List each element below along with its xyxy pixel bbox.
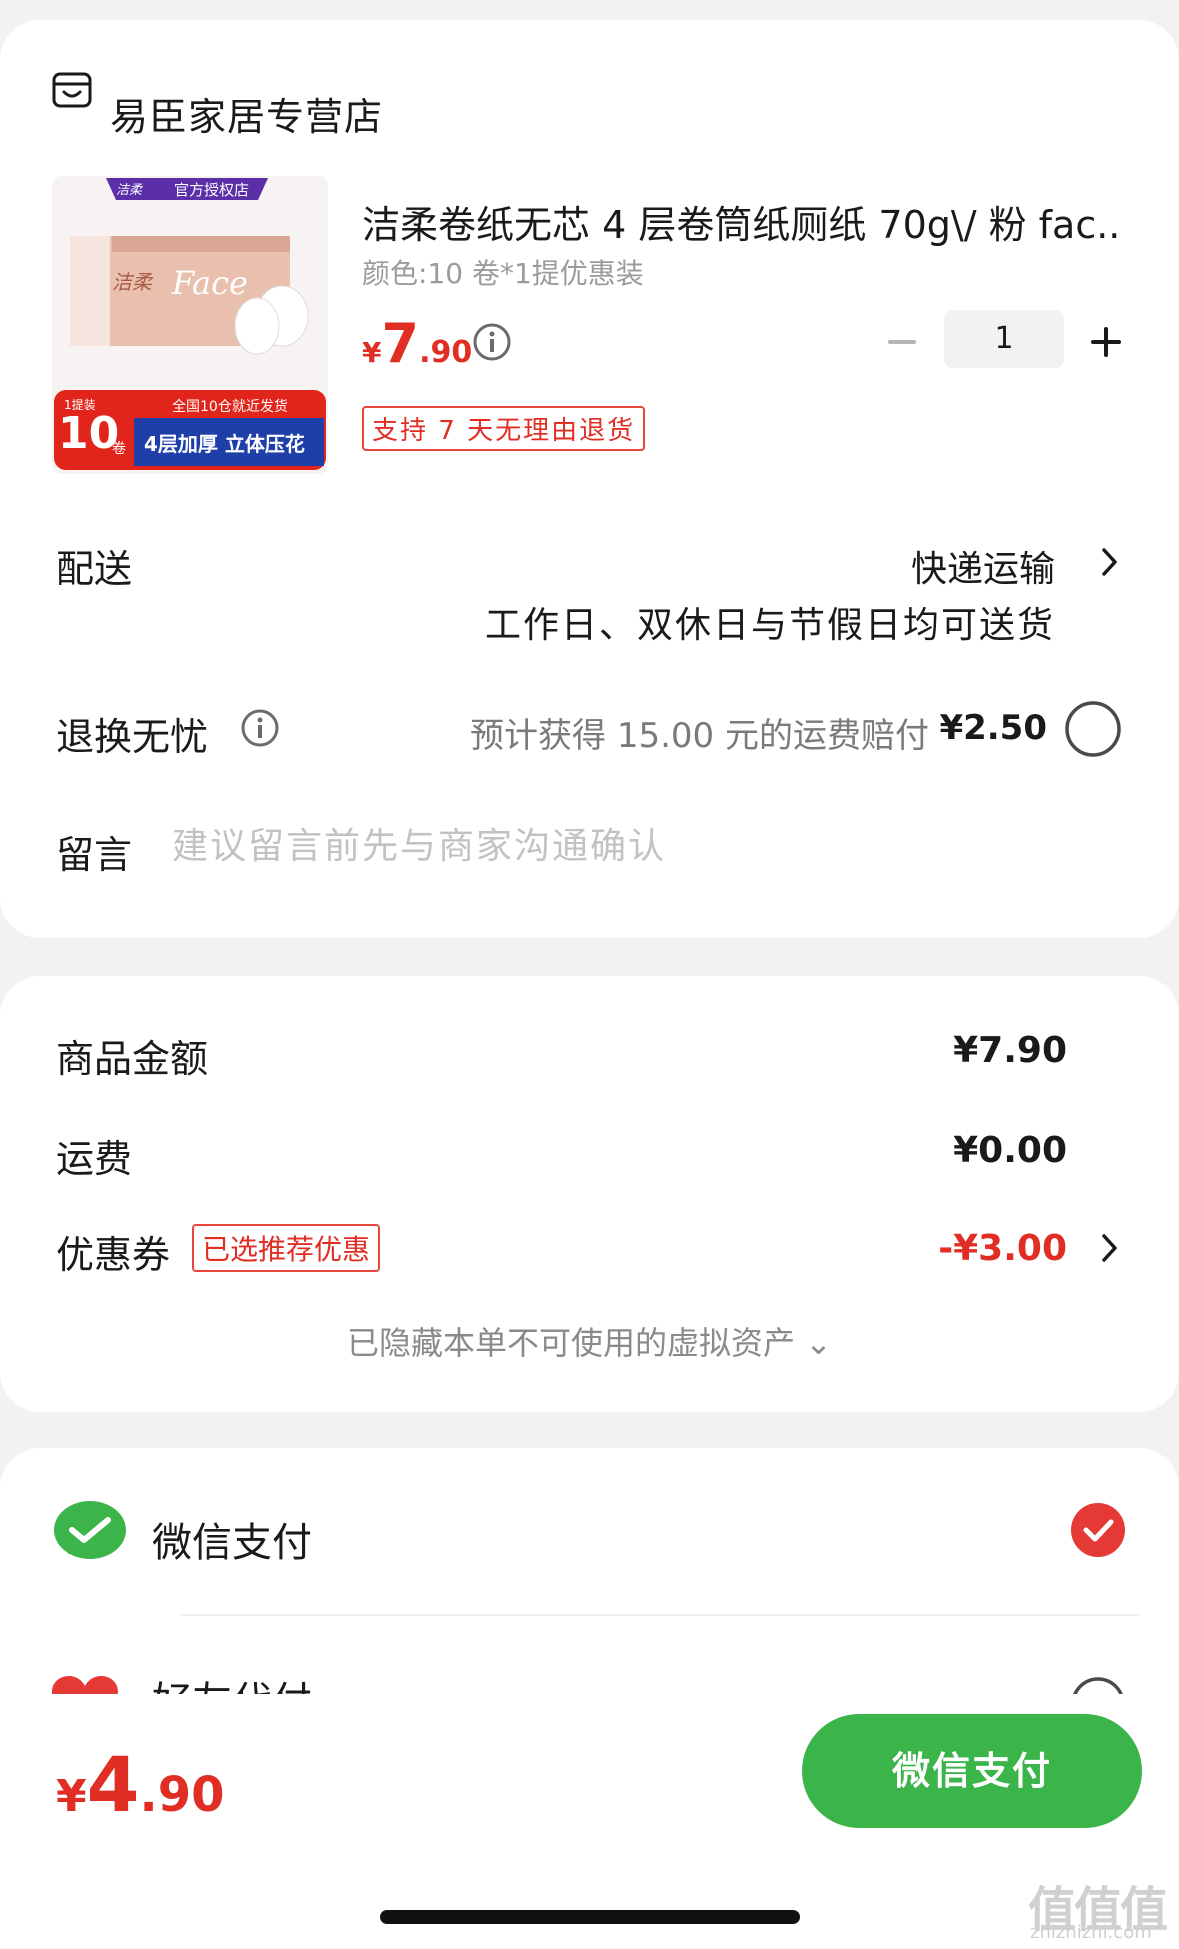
delivery-label: 配送 [56, 547, 133, 591]
return-service-info-icon[interactable] [240, 708, 280, 748]
wechat-pay-button[interactable]: 微信支付 [802, 1714, 1142, 1828]
product-variant[interactable]: 颜色:10 卷*1提优惠装 [362, 252, 644, 292]
home-indicator[interactable] [380, 1910, 800, 1924]
payment-divider [180, 1614, 1140, 1616]
product-image-box-text: Face [172, 264, 248, 302]
total-currency: ¥ [56, 1771, 87, 1822]
product-image[interactable]: 官方授权店 洁柔 洁柔 Face 1提装 10 卷 全国10仓就近发货 4层加厚… [52, 176, 328, 474]
store-name[interactable]: 易臣家居专营店 [110, 86, 383, 141]
message-input[interactable] [172, 818, 1072, 874]
product-image-banner-main: 4层加厚 立体压花 [144, 432, 305, 456]
total-integer: 4 [86, 1740, 140, 1829]
product-image-pack-count: 10 [58, 408, 120, 459]
product-image-logo: 洁柔 [116, 183, 143, 198]
delivery-note: 工作日、双休日与节假日均可送货 [484, 605, 1055, 646]
order-item-card [0, 20, 1179, 938]
goods-amount-label: 商品金额 [56, 1037, 209, 1081]
delivery-method[interactable]: 快递运输 [911, 540, 1055, 592]
price-integer: 7 [381, 312, 420, 375]
hidden-assets-toggle[interactable]: 已隐藏本单不可使用的虚拟资产 ⌄ [0, 1318, 1179, 1364]
product-price: ¥7.90 [362, 312, 472, 375]
shipping-fee-value: ¥0.00 [953, 1130, 1067, 1171]
quantity-increase-button[interactable] [1086, 322, 1126, 362]
wechat-pay-icon [54, 1501, 126, 1559]
coupon-tag: 已选推荐优惠 [192, 1224, 381, 1272]
total-price: ¥4.90 [56, 1740, 225, 1829]
coupon-value[interactable]: -¥3.00 [938, 1228, 1067, 1269]
message-label: 留言 [56, 833, 133, 877]
price-currency: ¥ [362, 336, 382, 369]
price-info-icon[interactable] [472, 322, 512, 362]
quantity-input[interactable]: 1 [944, 310, 1064, 368]
return-service-description: 预计获得 15.00 元的运费赔付 [470, 716, 929, 756]
coupon-label: 优惠券 [56, 1233, 171, 1277]
wechat-pay-selected-check-icon[interactable] [1070, 1502, 1126, 1558]
shipping-fee-label: 运费 [56, 1137, 133, 1181]
product-image-brand-tag: 官方授权店 [174, 181, 250, 199]
quantity-decrease-button[interactable] [882, 322, 922, 362]
return-service-radio[interactable] [1064, 700, 1122, 758]
return-policy-badge: 支持 7 天无理由退货 [362, 406, 646, 451]
product-image-logo-box: 洁柔 [112, 270, 152, 294]
watermark-url: zhizhizhi.com [1030, 1922, 1152, 1943]
total-decimal: .90 [139, 1767, 225, 1823]
store-icon [52, 72, 92, 108]
product-title[interactable]: 洁柔卷纸无芯 4 层卷筒纸厕纸 70g\/ 粉 fac... [362, 194, 1122, 249]
price-decimal: .90 [419, 335, 473, 370]
product-image-pack-unit: 卷 [112, 441, 126, 457]
coupon-chevron-right-icon[interactable] [1098, 1230, 1122, 1266]
product-image-banner-top: 全国10仓就近发货 [172, 399, 288, 415]
delivery-chevron-right-icon[interactable] [1098, 544, 1122, 580]
return-service-label: 退换无忧 [56, 715, 209, 759]
return-service-price: ¥2.50 [939, 708, 1047, 748]
goods-amount-value: ¥7.90 [953, 1030, 1067, 1071]
wechat-pay-label[interactable]: 微信支付 [152, 1510, 312, 1568]
